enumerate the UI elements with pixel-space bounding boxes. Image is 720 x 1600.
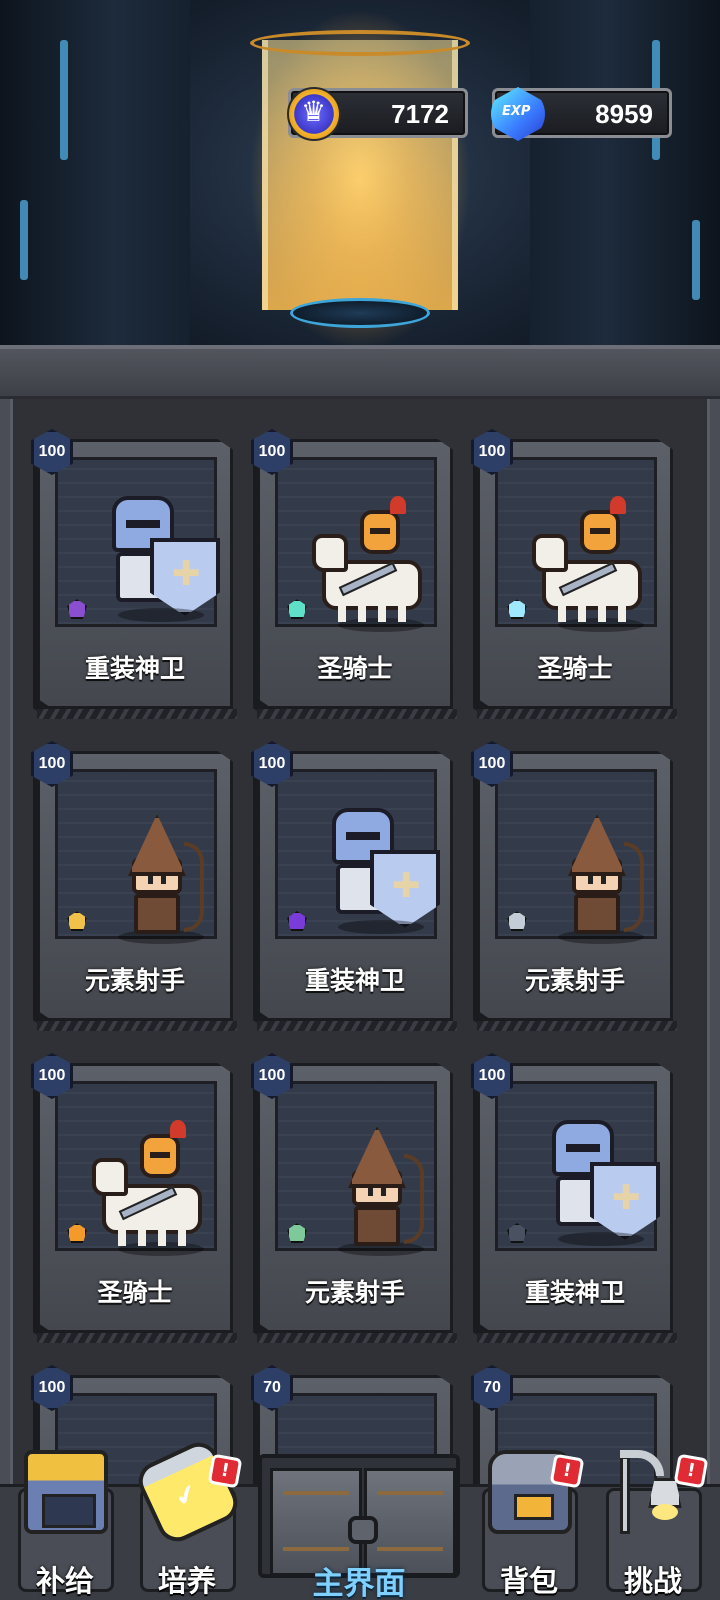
panel-header — [0, 349, 720, 399]
nav-main[interactable]: 主界面 — [252, 1450, 466, 1600]
hero-name: 圣骑士 — [317, 654, 393, 683]
heavy-guard-sprite — [538, 1114, 660, 1264]
alert-badge: ! — [207, 1453, 243, 1489]
archer-sprite — [98, 802, 216, 952]
hero-name: 重装神卫 — [84, 654, 185, 683]
hero-card[interactable]: 圣骑士 100 — [251, 429, 457, 719]
summon-chamber-scene: 7172 8959 — [0, 0, 720, 345]
left-wall — [0, 0, 190, 345]
paladin-sprite — [312, 490, 436, 640]
bottom-nav: 补给 ! 培养 主界面 ! 背包 ! 挑战 — [0, 1436, 720, 1600]
nav-main-label: 主界面 — [312, 1566, 406, 1600]
alert-badge: ! — [549, 1453, 585, 1489]
paladin-sprite — [92, 1114, 216, 1264]
hero-card[interactable]: 重装神卫100 — [251, 741, 457, 1031]
nav-supply[interactable]: 补给 — [10, 1450, 120, 1600]
nav-bag[interactable]: ! 背包 — [474, 1450, 585, 1600]
hero-card[interactable]: 元素射手 100 — [471, 741, 677, 1031]
nav-supply-label: 补给 — [35, 1564, 94, 1598]
hero-card[interactable]: 圣骑士 100 — [471, 429, 677, 719]
exp-gem-icon — [491, 87, 545, 141]
hero-card[interactable]: 重装神卫100 — [31, 429, 237, 719]
summon-pod-light — [262, 40, 458, 310]
hero-name: 元素射手 — [524, 966, 625, 995]
nav-challenge[interactable]: ! 挑战 — [598, 1450, 709, 1600]
hero-card[interactable]: 元素射手 100 — [31, 741, 237, 1031]
heavy-guard-sprite — [98, 490, 220, 640]
alert-badge: ! — [673, 1453, 709, 1489]
hero-panel: 重装神卫100圣骑士100圣骑士100元素射手100重装神卫100元素射手100… — [0, 345, 720, 1600]
lock-icon — [348, 1516, 378, 1544]
hero-name: 元素射手 — [304, 1278, 405, 1307]
hero-card[interactable]: 圣骑士 100 — [31, 1053, 237, 1343]
paladin-sprite — [532, 490, 656, 640]
hero-name: 元素射手 — [84, 966, 185, 995]
exp-amount: 8959 — [595, 99, 653, 129]
nav-challenge-label: 挑战 — [623, 1564, 682, 1598]
nav-train-label: 培养 — [157, 1564, 216, 1598]
hero-name: 重装神卫 — [524, 1278, 625, 1307]
archer-sprite — [318, 1114, 436, 1264]
crown-coin-icon — [287, 87, 341, 141]
summon-pod-base — [290, 298, 430, 328]
hero-name: 圣骑士 — [537, 654, 613, 683]
hero-grid[interactable]: 重装神卫100圣骑士100圣骑士100元素射手100重装神卫100元素射手100… — [10, 399, 710, 1600]
hero-card[interactable]: 元素射手 100 — [251, 1053, 457, 1343]
hero-name: 圣骑士 — [97, 1278, 173, 1307]
nav-bag-label: 背包 — [499, 1564, 558, 1598]
heavy-guard-sprite — [318, 802, 440, 952]
right-wall — [530, 0, 720, 345]
nav-train[interactable]: ! 培养 — [132, 1436, 244, 1600]
hero-card[interactable]: 重装神卫100 — [471, 1053, 677, 1343]
archer-sprite — [538, 802, 656, 952]
pod-ring-top — [250, 30, 470, 56]
shop-icon — [24, 1450, 108, 1534]
hero-name: 重装神卫 — [304, 966, 405, 995]
crown-currency[interactable]: 7172 — [287, 87, 468, 141]
crown-amount: 7172 — [391, 99, 449, 129]
exp-currency[interactable]: 8959 — [491, 87, 672, 141]
